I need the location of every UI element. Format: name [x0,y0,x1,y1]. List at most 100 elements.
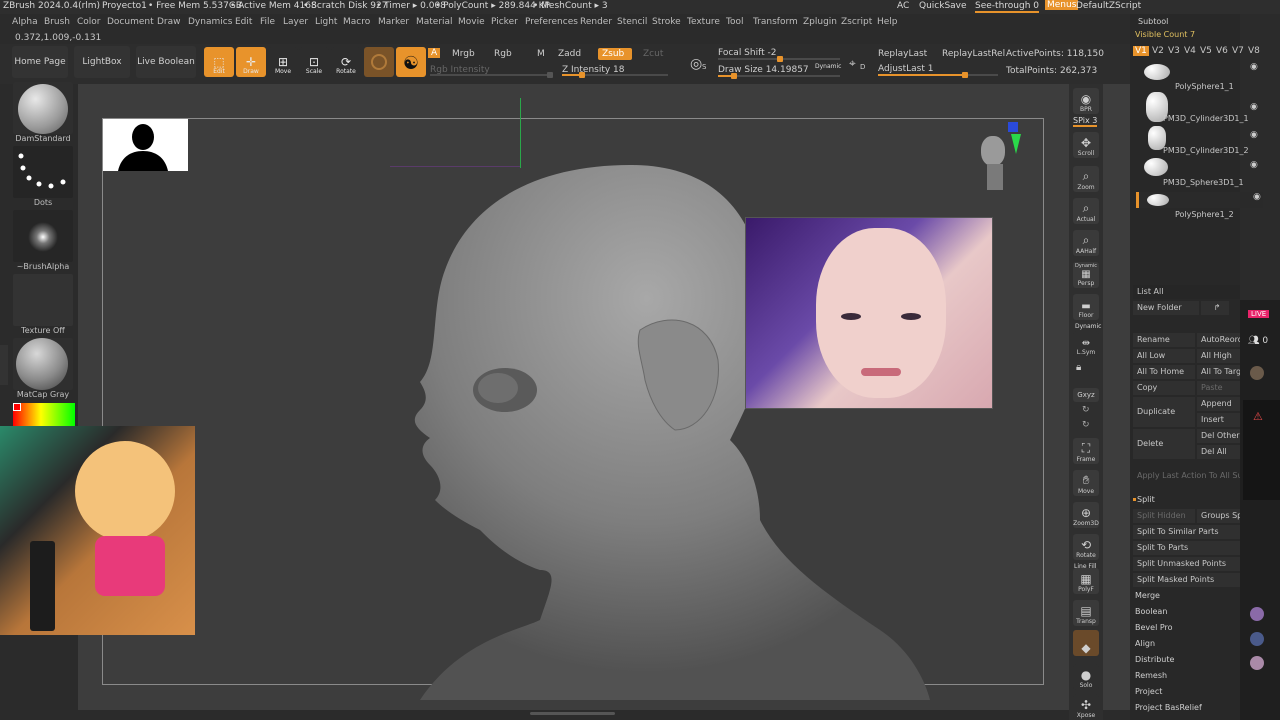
menu-alpha[interactable]: Alpha [12,17,38,27]
reference-image[interactable] [745,217,993,409]
replay-last-button[interactable]: ReplayLast [878,49,927,59]
material-swatch-button[interactable] [364,47,394,77]
zsub-toggle[interactable]: Zsub [598,48,633,60]
menu-layer[interactable]: Layer [283,17,308,27]
move-view-button[interactable]: ✋︎ Move [1073,470,1099,496]
bottom-scroll-handle[interactable] [530,712,615,715]
stroke-swatch-button[interactable]: ☯ [396,47,426,77]
menu-help[interactable]: Help [877,17,898,27]
dynamic-toggle[interactable]: Dynamic [815,63,841,70]
alpha-thumbnail[interactable] [13,210,73,262]
menu-color[interactable]: Color [77,17,101,27]
spix-slider[interactable]: SPix 3 [1073,116,1098,127]
all-to-home-button[interactable]: All To Home [1133,365,1195,379]
new-folder-button[interactable]: New Folder [1133,301,1199,315]
actual-button[interactable]: ⌕ Actual [1073,198,1099,224]
insert-button[interactable]: Insert [1197,413,1240,427]
a-toggle[interactable]: A [428,48,441,58]
brush-thumbnail[interactable] [13,82,73,134]
rgb-intensity-slider[interactable] [430,72,553,78]
split-similar-parts-button[interactable]: Split To Similar Parts [1133,525,1240,539]
split-masked-button[interactable]: Split Masked Points [1133,573,1240,587]
aahalf-button[interactable]: ⌕ AAHalf [1073,230,1099,256]
subtool-name[interactable]: PM3D_Sphere3D1_1 [1163,178,1244,187]
mrgb-toggle[interactable]: Mrgb [452,49,475,59]
split-hidden-button[interactable]: Split Hidden [1133,509,1195,523]
lsym-button[interactable]: ⇹ L.Sym [1073,331,1099,357]
menu-brush[interactable]: Brush [44,17,70,27]
split-section-header[interactable]: Split [1137,495,1155,504]
menu-file[interactable]: File [260,17,275,27]
tab-v3[interactable]: V3 [1168,46,1180,56]
polyf-button[interactable]: ▦ PolyF [1073,568,1099,594]
zadd-toggle[interactable]: Zadd [558,49,581,59]
material-thumbnail[interactable] [13,338,73,390]
scroll-button[interactable]: ✥ Scroll [1073,132,1099,158]
tab-v4[interactable]: V4 [1184,46,1196,56]
menu-document[interactable]: Document [107,17,154,27]
stroke-thumbnail[interactable] [13,146,73,198]
menu-picker[interactable]: Picker [491,17,518,27]
focal-shift-slider[interactable] [718,56,840,62]
ac-button[interactable]: AC [897,1,909,11]
live-boolean-button[interactable]: Live Boolean [136,46,196,78]
lock-icon[interactable]: 🔒︎ [1076,362,1096,376]
see-through-slider[interactable]: See-through 0 [975,1,1039,13]
quicksave-button[interactable]: QuickSave [919,1,967,11]
subtool-name[interactable]: PM3D_Cylinder3D1_1 [1163,114,1249,123]
menu-dynamics[interactable]: Dynamics [188,17,232,27]
menu-stroke[interactable]: Stroke [652,17,681,27]
duplicate-button[interactable]: Duplicate [1133,397,1195,427]
bevel-pro-section[interactable]: Bevel Pro [1135,623,1173,632]
color-picker[interactable] [13,403,75,427]
distribute-section[interactable]: Distribute [1135,655,1174,664]
align-section[interactable]: Align [1135,639,1155,648]
zoom-button[interactable]: ⌕ Zoom [1073,166,1099,192]
menu-texture[interactable]: Texture [687,17,720,27]
del-other-button[interactable]: Del Other [1197,429,1240,443]
menu-zscript[interactable]: Zscript [841,17,872,27]
menu-material[interactable]: Material [416,17,453,27]
menu-transform[interactable]: Transform [753,17,798,27]
del-all-button[interactable]: Del All [1197,445,1240,459]
menu-movie[interactable]: Movie [458,17,485,27]
zoom3d-button[interactable]: ⊕ Zoom3D [1073,502,1099,528]
rotate-view-button[interactable]: ⟲ Rotate [1073,534,1099,560]
merge-section[interactable]: Merge [1135,591,1160,600]
persp-button[interactable]: Dynamic ▦ Persp [1073,262,1099,288]
tab-v2[interactable]: V2 [1152,46,1164,56]
menus-button[interactable]: Menus [1045,0,1079,10]
copy-button[interactable]: Copy [1133,381,1195,395]
rgb-toggle[interactable]: Rgb [494,49,512,59]
z-intensity-slider[interactable] [562,72,668,78]
all-low-button[interactable]: All Low [1133,349,1195,363]
subtool-row[interactable]: ◉ [1140,158,1260,178]
append-button[interactable]: Append [1197,397,1240,411]
rename-button[interactable]: Rename [1133,333,1195,347]
subtool-row[interactable]: ◉ [1140,62,1260,82]
rotate-z-icon[interactable]: ↻ [1082,420,1090,430]
menu-zplugin[interactable]: Zplugin [803,17,837,27]
gxyz-button[interactable]: Gxyz [1073,388,1099,402]
solo-button[interactable]: ● Solo [1073,664,1099,690]
all-high-button[interactable]: All High [1197,349,1240,363]
subtool-name[interactable]: PM3D_Cylinder3D1_2 [1163,146,1249,155]
auto-reorder-button[interactable]: AutoReorder [1197,333,1240,347]
bpr-button[interactable]: ◉ BPR [1073,88,1099,114]
adjust-last-slider[interactable] [878,72,998,78]
groups-split-button[interactable]: Groups Split [1197,509,1240,523]
tab-v1[interactable]: V1 [1133,46,1149,56]
list-all-button[interactable]: List All [1133,285,1240,299]
m-toggle[interactable]: M [537,49,545,59]
menu-preferences[interactable]: Preferences [525,17,578,27]
move-mode-button[interactable]: ⊞ Move [268,47,298,77]
silhouette-navigator[interactable] [103,119,188,171]
texture-thumbnail[interactable] [13,274,73,326]
project-basrelief-section[interactable]: Project BasRelief [1135,703,1202,712]
menu-draw[interactable]: Draw [157,17,181,27]
apply-last-action-button[interactable]: Apply Last Action To All SubTools [1133,469,1240,483]
split-to-parts-button[interactable]: Split To Parts [1133,541,1240,555]
navigation-gizmo[interactable] [973,122,1021,202]
menu-light[interactable]: Light [315,17,337,27]
tab-v6[interactable]: V6 [1216,46,1228,56]
